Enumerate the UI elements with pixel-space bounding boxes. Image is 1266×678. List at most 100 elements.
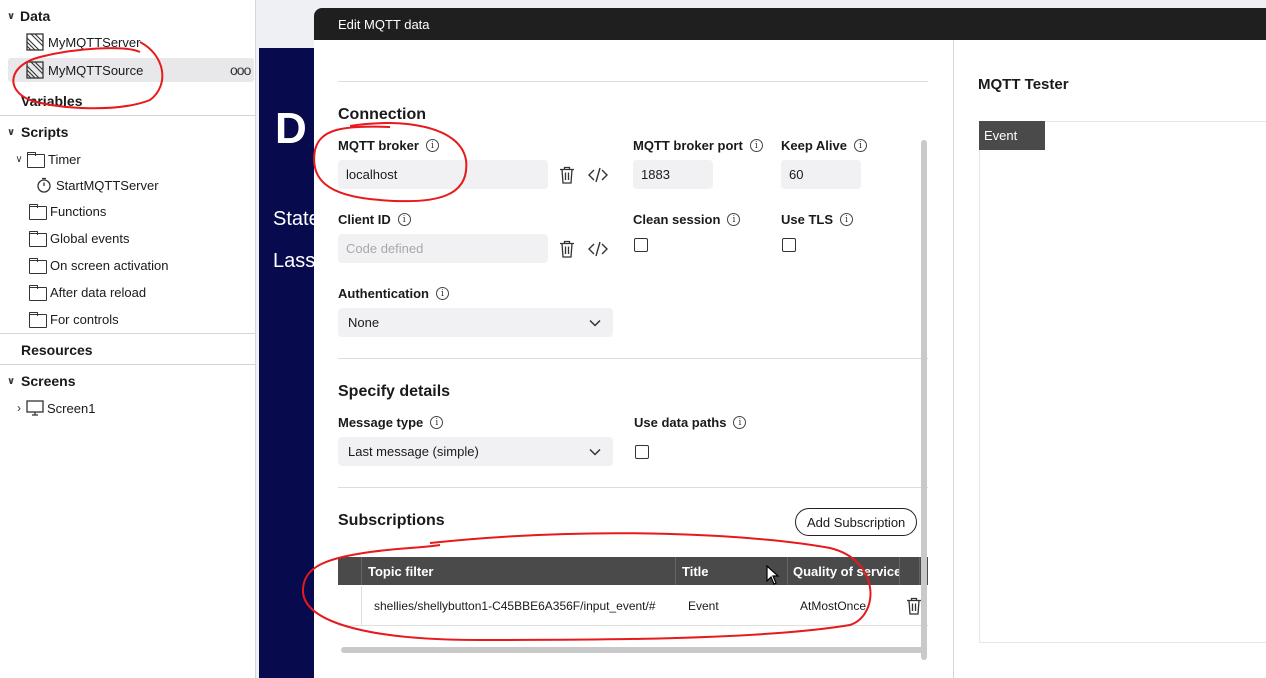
section-label: Resources bbox=[21, 342, 93, 358]
port-input[interactable]: 1883 bbox=[633, 160, 713, 189]
select-value: Last message (simple) bbox=[348, 444, 479, 459]
code-icon[interactable] bbox=[588, 165, 608, 185]
use-tls-label: Use TLS i bbox=[781, 212, 854, 227]
sidebar-section-variables[interactable]: Variables bbox=[21, 89, 83, 113]
info-icon[interactable]: i bbox=[854, 139, 867, 152]
screen-icon bbox=[26, 400, 44, 416]
trash-icon[interactable] bbox=[557, 239, 577, 259]
sidebar-section-resources[interactable]: Resources bbox=[21, 338, 93, 362]
use-tls-checkbox[interactable] bbox=[782, 238, 796, 252]
tester-tab-event[interactable]: Event bbox=[979, 121, 1045, 150]
horizontal-scrollbar[interactable] bbox=[341, 647, 924, 653]
label-text: Keep Alive bbox=[781, 138, 847, 153]
sidebar-item-label: Functions bbox=[50, 203, 107, 219]
cell-title[interactable]: Event bbox=[688, 586, 788, 626]
column-quality-of-service[interactable]: Quality of service bbox=[788, 557, 900, 585]
auth-select[interactable]: None bbox=[338, 308, 613, 337]
preview-text: Lass bbox=[273, 250, 316, 272]
sidebar-item-global-events[interactable]: Global events bbox=[28, 226, 130, 250]
dialog-form-panel: Connection MQTT broker i localhost MQTT … bbox=[314, 40, 953, 678]
chevron-right-icon: › bbox=[17, 401, 21, 415]
data-source-icon bbox=[26, 33, 44, 51]
edit-mqtt-dialog: Edit MQTT data Connection MQTT broker i … bbox=[314, 8, 1266, 678]
clean-session-checkbox[interactable] bbox=[634, 238, 648, 252]
sidebar-item-label: Screen1 bbox=[47, 400, 96, 416]
header-spacer bbox=[338, 557, 362, 585]
add-subscription-button[interactable]: Add Subscription bbox=[795, 508, 918, 536]
column-topic-filter[interactable]: Topic filter bbox=[362, 557, 676, 585]
info-icon[interactable]: i bbox=[749, 139, 763, 152]
clientid-label: Client ID i bbox=[338, 212, 411, 227]
label-text: Use data paths bbox=[634, 415, 727, 430]
sidebar-item-after-data-reload[interactable]: After data reload bbox=[28, 280, 146, 304]
info-icon[interactable]: i bbox=[436, 287, 449, 300]
vertical-scrollbar[interactable] bbox=[921, 140, 927, 660]
broker-input[interactable]: localhost bbox=[338, 160, 548, 189]
code-icon[interactable] bbox=[588, 239, 608, 259]
mouse-cursor-icon bbox=[766, 565, 780, 585]
data-source-icon bbox=[26, 61, 44, 79]
folder-icon bbox=[26, 151, 45, 168]
cell-topic[interactable]: shellies/shellybutton1-C45BBE6A356F/inpu… bbox=[374, 586, 674, 626]
info-icon[interactable]: i bbox=[397, 213, 411, 226]
folder-icon bbox=[28, 257, 47, 274]
divider bbox=[338, 358, 928, 359]
sidebar-item-on-screen-activation[interactable]: On screen activation bbox=[28, 253, 169, 277]
sidebar-item-mymqttsource[interactable]: MyMQTTSource bbox=[26, 58, 143, 82]
message-type-select[interactable]: Last message (simple) bbox=[338, 437, 613, 466]
section-label: Variables bbox=[21, 93, 83, 109]
chevron-down-icon: ∨ bbox=[6, 10, 16, 22]
info-icon[interactable]: i bbox=[840, 213, 854, 226]
more-options-icon[interactable]: ooo bbox=[230, 62, 251, 78]
sidebar-item-for-controls[interactable]: For controls bbox=[28, 307, 119, 331]
select-value: None bbox=[348, 315, 380, 330]
use-data-paths-checkbox[interactable] bbox=[635, 445, 649, 459]
sidebar-item-label: MyMQTTServer bbox=[48, 34, 141, 50]
table-row[interactable]: shellies/shellybutton1-C45BBE6A356F/inpu… bbox=[338, 586, 928, 626]
tester-output bbox=[979, 121, 1266, 643]
preview-heading: D bbox=[275, 104, 307, 153]
row-handle[interactable] bbox=[338, 586, 362, 626]
clean-session-label: Clean session i bbox=[633, 212, 741, 227]
divider bbox=[0, 333, 256, 334]
section-label: Scripts bbox=[21, 124, 69, 140]
sidebar-section-data[interactable]: ∨ Data bbox=[4, 4, 50, 28]
info-icon[interactable]: i bbox=[727, 213, 741, 226]
sidebar-item-functions[interactable]: Functions bbox=[28, 199, 106, 223]
trash-icon[interactable] bbox=[557, 165, 577, 185]
sidebar-item-startmqttserver[interactable]: StartMQTTServer bbox=[36, 173, 159, 197]
field-value: 1883 bbox=[641, 167, 670, 182]
info-icon[interactable]: i bbox=[733, 416, 747, 429]
label-text: Client ID bbox=[338, 212, 391, 227]
folder-icon bbox=[28, 284, 47, 301]
divider bbox=[338, 487, 928, 488]
info-icon[interactable]: i bbox=[425, 139, 439, 152]
sidebar-item-timer[interactable]: ∨ Timer bbox=[12, 147, 81, 171]
sidebar-section-screens[interactable]: ∨ Screens bbox=[4, 369, 76, 393]
project-sidebar: ∨ Data MyMQTTServer MyMQTTSource ooo Var… bbox=[0, 0, 256, 678]
chevron-down-icon bbox=[589, 319, 601, 327]
cell-qos[interactable]: AtMostOnce bbox=[800, 586, 900, 626]
divider bbox=[0, 364, 256, 365]
subscriptions-title: Subscriptions bbox=[338, 512, 445, 529]
dialog-title: Edit MQTT data bbox=[314, 8, 1266, 40]
sidebar-section-scripts[interactable]: ∨ Scripts bbox=[4, 120, 69, 144]
details-title: Specify details bbox=[338, 383, 451, 400]
label-text: Use TLS bbox=[781, 212, 834, 227]
sidebar-item-label: Global events bbox=[50, 230, 130, 246]
sidebar-item-label: Timer bbox=[48, 151, 81, 167]
label-text: Clean session bbox=[633, 212, 721, 227]
chevron-down-icon: ∨ bbox=[6, 126, 16, 138]
info-icon[interactable]: i bbox=[430, 416, 444, 429]
sidebar-item-mymqttserver[interactable]: MyMQTTServer bbox=[26, 30, 140, 54]
sidebar-item-screen1[interactable]: › Screen1 bbox=[12, 396, 95, 420]
clientid-input[interactable]: Code defined bbox=[338, 234, 548, 263]
field-value: 60 bbox=[789, 167, 804, 182]
folder-icon bbox=[28, 311, 47, 328]
keepalive-input[interactable]: 60 bbox=[781, 160, 861, 189]
tester-title: MQTT Tester bbox=[978, 76, 1069, 93]
chevron-down-icon: ∨ bbox=[15, 153, 23, 165]
app-screen-preview: D State Lass bbox=[259, 48, 319, 678]
keepalive-label: Keep Alive i bbox=[781, 138, 867, 153]
subscriptions-table-header: Topic filter Title Quality of service bbox=[338, 557, 928, 585]
